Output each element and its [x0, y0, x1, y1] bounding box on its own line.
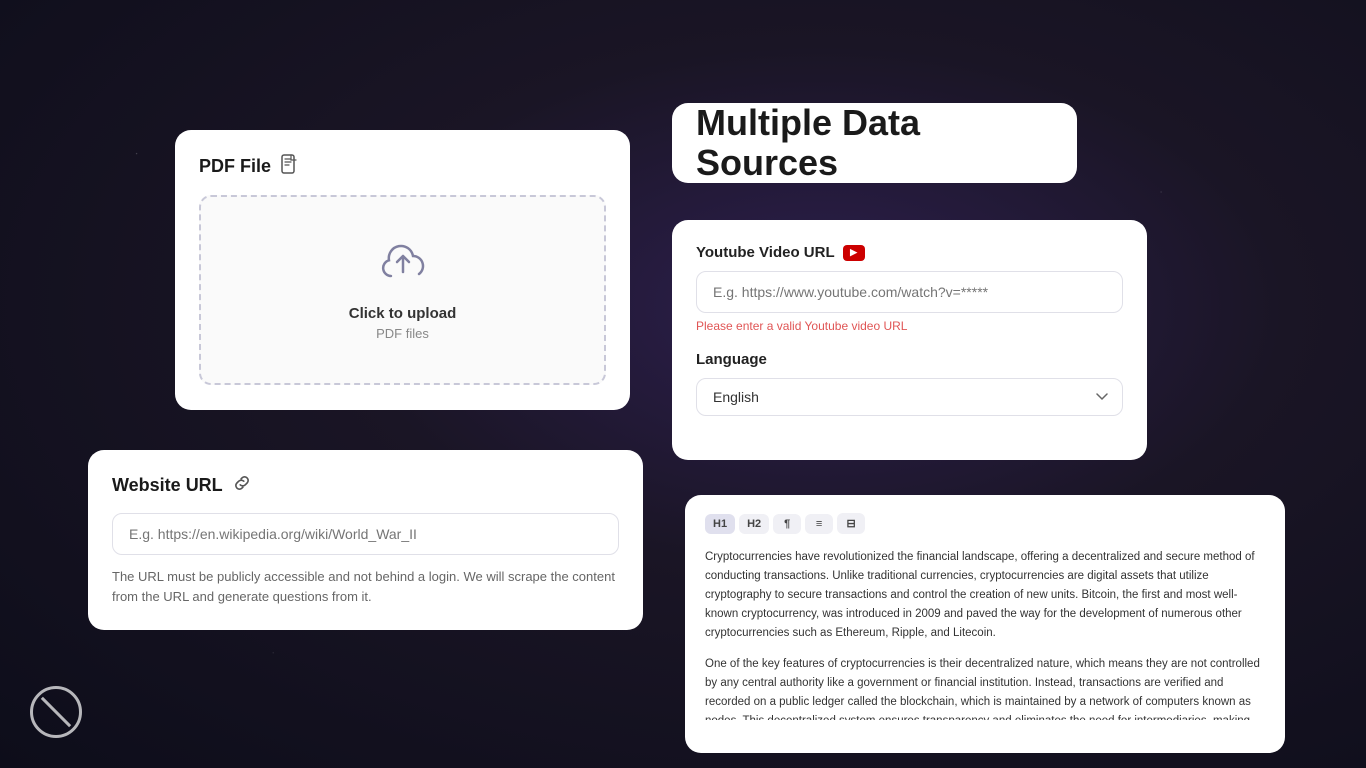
link-icon — [233, 474, 251, 497]
language-label: Language — [696, 351, 1123, 368]
website-url-input[interactable] — [112, 513, 619, 555]
toolbar-ordered-list-button[interactable]: ⊟ — [837, 513, 865, 534]
upload-sub-text: PDF files — [376, 326, 429, 341]
logo-slash — [41, 697, 71, 727]
website-hint: The URL must be publicly accessible and … — [112, 567, 619, 606]
title-card: Multiple Data Sources — [672, 103, 1077, 183]
website-card-header: Website URL — [112, 474, 619, 497]
youtube-icon: ▶ — [843, 245, 865, 261]
editor-toolbar: H1 H2 ¶ ≡ ⊟ — [705, 513, 1265, 534]
website-card: Website URL The URL must be publicly acc… — [88, 450, 643, 630]
language-select[interactable]: English Spanish French German Chinese Ja… — [696, 378, 1123, 416]
pdf-card: PDF File Click to upload PDF files — [175, 130, 630, 410]
editor-paragraph-1: Cryptocurrencies have revolutionized the… — [705, 548, 1265, 643]
youtube-label-text: Youtube Video URL — [696, 244, 835, 261]
youtube-hint: Please enter a valid Youtube video URL — [696, 319, 1123, 333]
page-title: Multiple Data Sources — [696, 103, 1053, 182]
logo — [30, 686, 82, 738]
upload-icon — [379, 240, 427, 293]
toolbar-h2-button[interactable]: H2 — [739, 514, 769, 534]
pdf-file-icon — [281, 154, 299, 179]
editor-card: H1 H2 ¶ ≡ ⊟ Cryptocurrencies have revolu… — [685, 495, 1285, 753]
toolbar-unordered-list-button[interactable]: ≡ — [805, 514, 833, 534]
logo-circle — [30, 686, 82, 738]
website-card-title: Website URL — [112, 475, 223, 496]
pdf-card-header: PDF File — [199, 154, 606, 179]
pdf-upload-area[interactable]: Click to upload PDF files — [199, 195, 606, 385]
editor-paragraph-2: One of the key features of cryptocurrenc… — [705, 655, 1265, 720]
toolbar-h1-button[interactable]: H1 — [705, 514, 735, 534]
page-layout: Multiple Data Sources PDF File Click to … — [0, 0, 1366, 768]
upload-click-text: Click to upload — [349, 305, 457, 322]
editor-content[interactable]: Cryptocurrencies have revolutionized the… — [705, 548, 1265, 720]
youtube-label: Youtube Video URL ▶ — [696, 244, 1123, 261]
youtube-card: Youtube Video URL ▶ Please enter a valid… — [672, 220, 1147, 460]
toolbar-paragraph-button[interactable]: ¶ — [773, 514, 801, 534]
youtube-url-input[interactable] — [696, 271, 1123, 313]
pdf-card-title: PDF File — [199, 156, 271, 177]
